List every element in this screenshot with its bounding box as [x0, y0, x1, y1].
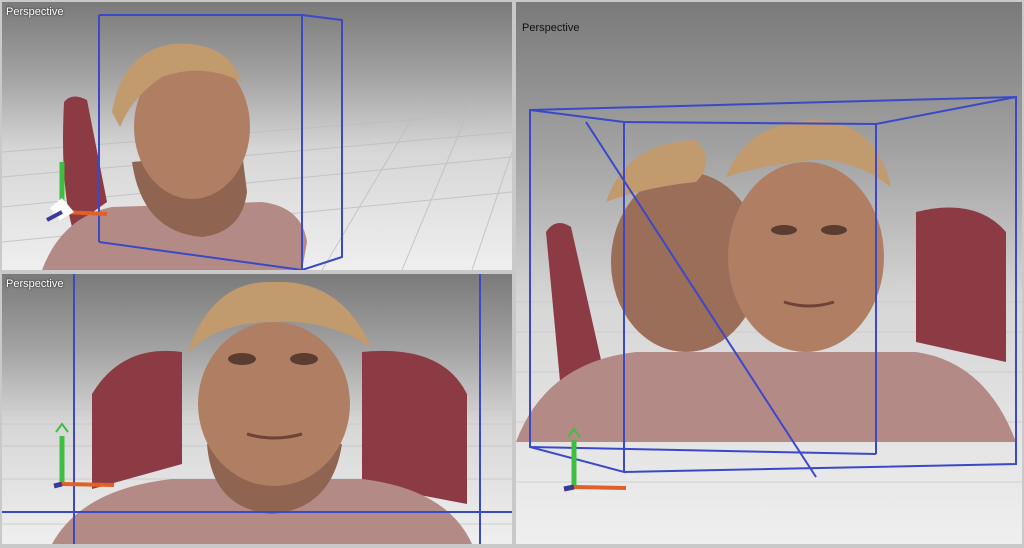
- shirt: [516, 352, 1016, 442]
- right-eye: [821, 225, 847, 235]
- chair-right: [916, 207, 1006, 362]
- face-right: [728, 162, 884, 352]
- viewport-right[interactable]: Perspective: [516, 2, 1022, 544]
- face: [198, 322, 350, 486]
- left-eye: [228, 353, 256, 365]
- scene-right: [516, 95, 1022, 492]
- chair-left: [92, 350, 182, 489]
- left-eye: [771, 225, 797, 235]
- viewport-top-left[interactable]: Perspective: [2, 2, 512, 270]
- scene-bottom-left: [2, 274, 512, 544]
- viewport-label[interactable]: Perspective: [6, 278, 63, 290]
- viewport-label[interactable]: Perspective: [522, 22, 579, 34]
- chair-right: [362, 350, 467, 504]
- scene-top-left: [2, 14, 512, 270]
- viewport-bottom-left[interactable]: Perspective: [2, 274, 512, 544]
- right-eye: [290, 353, 318, 365]
- viewport-label[interactable]: Perspective: [6, 6, 63, 18]
